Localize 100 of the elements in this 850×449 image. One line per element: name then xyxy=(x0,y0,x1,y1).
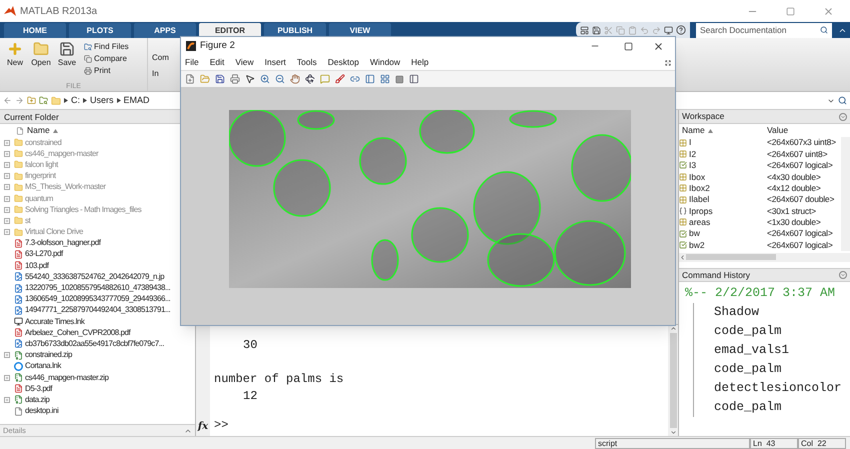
variable-name[interactable]: I3 xyxy=(689,159,696,172)
browser-entry[interactable]: falcon light xyxy=(25,160,58,170)
back-icon[interactable] xyxy=(3,96,12,105)
pointer-icon[interactable] xyxy=(245,74,255,84)
browser-entry[interactable]: data.zip xyxy=(25,394,50,405)
zoom-out-icon[interactable] xyxy=(275,74,285,84)
command-prompt[interactable]: >> xyxy=(214,417,668,436)
ribbon-button[interactable]: New xyxy=(4,41,26,82)
help-icon[interactable] xyxy=(676,25,686,35)
expand-icon[interactable] xyxy=(4,374,10,381)
zoom-in-icon[interactable] xyxy=(260,74,270,84)
printer-icon[interactable] xyxy=(230,74,240,84)
expand-icon[interactable] xyxy=(4,206,10,213)
browser-entry[interactable]: Accurate Times.lnk xyxy=(25,316,84,327)
expand-icon[interactable] xyxy=(4,229,10,236)
expand-icon[interactable] xyxy=(4,196,10,202)
brush-icon[interactable] xyxy=(335,74,345,84)
variable-name[interactable]: Ibox2 xyxy=(689,182,710,195)
browser-entry[interactable]: st xyxy=(25,216,30,226)
save-icon[interactable] xyxy=(215,74,225,84)
browser-entry[interactable]: quantum xyxy=(25,194,53,204)
layout-icon[interactable] xyxy=(580,26,589,34)
menu-item[interactable]: Tools xyxy=(296,56,317,69)
maximize-button[interactable] xyxy=(624,42,633,50)
variable-name[interactable]: bw2 xyxy=(689,238,705,252)
folder-up-icon[interactable] xyxy=(27,96,36,105)
variable-name[interactable]: Iprops xyxy=(689,204,713,218)
browser-entry[interactable]: desktop.ini xyxy=(25,406,58,416)
expand-icon[interactable] xyxy=(4,218,10,224)
square-icon[interactable] xyxy=(395,74,404,84)
variable-name[interactable]: Ilabel xyxy=(689,193,710,206)
ribbon-button[interactable]: Print xyxy=(84,65,129,76)
expand-icon[interactable] xyxy=(4,173,10,180)
search-icon[interactable] xyxy=(820,26,828,34)
save-icon[interactable] xyxy=(592,26,601,34)
browser-entry[interactable]: D5-3.pdf xyxy=(25,384,52,394)
menu-item[interactable]: File xyxy=(185,56,199,69)
variable-name[interactable]: I xyxy=(689,136,692,150)
scroll-down-icon[interactable] xyxy=(670,429,676,436)
variable-name[interactable]: bw xyxy=(689,227,700,240)
panel-menu-icon[interactable] xyxy=(839,112,847,120)
ribbon-tab[interactable]: HOME xyxy=(4,23,66,38)
browser-entry[interactable]: fingerprint xyxy=(25,171,56,182)
history-entry[interactable]: detectlesioncolor xyxy=(693,378,850,398)
expand-icon[interactable] xyxy=(4,150,10,157)
open-folder-icon[interactable] xyxy=(200,74,210,84)
ribbon-button[interactable]: Compare xyxy=(84,53,129,64)
history-entry[interactable]: Shadow xyxy=(693,302,850,322)
browser-entry[interactable]: Virtual Clone Drive xyxy=(25,227,83,238)
variable-name[interactable]: Ibox xyxy=(689,170,706,184)
browser-entry[interactable]: 7.3-olofsson_hagner.pdf xyxy=(25,238,100,248)
browser-entry[interactable]: 13220795_10208557954882610_47389438... xyxy=(25,283,170,294)
menu-item[interactable]: Edit xyxy=(210,56,224,69)
menu-item[interactable]: Desktop xyxy=(328,56,359,69)
scroll-left-icon[interactable] xyxy=(679,254,686,261)
ribbon-tab[interactable]: PLOTS xyxy=(69,23,131,38)
column-header[interactable]: Value xyxy=(767,124,788,137)
search-icon[interactable] xyxy=(838,96,847,105)
browser-entry[interactable]: constrained.zip xyxy=(25,350,72,360)
column-header[interactable]: Name xyxy=(27,124,50,137)
expand-icon[interactable] xyxy=(4,184,10,190)
ribbon-button[interactable]: Open xyxy=(30,41,52,82)
browser-entry[interactable]: 554240_3336387524762_2042642079_n.jp xyxy=(25,272,164,282)
forward-icon[interactable] xyxy=(15,96,24,105)
expand-icon[interactable] xyxy=(4,352,10,358)
ribbon-button[interactable]: Save xyxy=(56,41,78,82)
window-icon[interactable] xyxy=(409,74,419,84)
column-header[interactable]: Name xyxy=(682,124,705,137)
history-entry[interactable]: code_palm xyxy=(693,398,850,417)
browser-entry[interactable]: 14947771_225879704492404_3308513791... xyxy=(25,305,170,316)
panel-menu-icon[interactable] xyxy=(839,270,847,279)
menu-item[interactable]: Window xyxy=(370,56,400,69)
browser-entry[interactable]: Arbelaez_Cohen_CVPR2008.pdf xyxy=(25,328,130,338)
monitor-icon[interactable] xyxy=(664,26,673,34)
menu-item[interactable]: Insert xyxy=(264,56,286,69)
ribbon-tab[interactable]: APPS xyxy=(134,23,196,38)
browser-entry[interactable]: 13606549_10208995343777059_29449366... xyxy=(25,294,170,304)
browser-entry[interactable]: constrained xyxy=(25,138,62,148)
browser-entry[interactable]: cb37b6733db02aa55e4917c8cbf7fe079c7... xyxy=(25,338,164,349)
browser-entry[interactable]: 103.pdf xyxy=(25,260,49,271)
new-file-icon[interactable] xyxy=(185,74,195,84)
grid-icon[interactable] xyxy=(380,74,390,84)
data-cursor-icon[interactable] xyxy=(320,74,330,84)
expand-icon[interactable] xyxy=(4,396,10,403)
scroll-up-icon[interactable] xyxy=(670,325,676,332)
variable-name[interactable]: I2 xyxy=(689,148,696,160)
function-browser-button[interactable]: fx xyxy=(198,419,208,434)
expand-icon[interactable] xyxy=(4,140,10,146)
browser-entry[interactable]: Solving Triangles - Math Images_files xyxy=(25,204,142,215)
history-entry[interactable]: emad_vals1 xyxy=(693,340,850,360)
browser-entry[interactable]: 63-L270.pdf xyxy=(25,249,63,260)
rotate-icon[interactable] xyxy=(305,74,315,84)
path-segment[interactable]: EMAD xyxy=(124,94,150,108)
path-segment[interactable]: Users xyxy=(90,94,114,108)
browser-entry[interactable]: MS_Thesis_Work-master xyxy=(25,182,106,192)
hand-icon[interactable] xyxy=(290,74,300,84)
expand-icon[interactable] xyxy=(4,162,10,168)
path-segment[interactable]: C: xyxy=(71,94,80,108)
menu-item[interactable]: Help xyxy=(411,56,429,69)
browser-entry[interactable]: Cortana.lnk xyxy=(25,361,61,372)
